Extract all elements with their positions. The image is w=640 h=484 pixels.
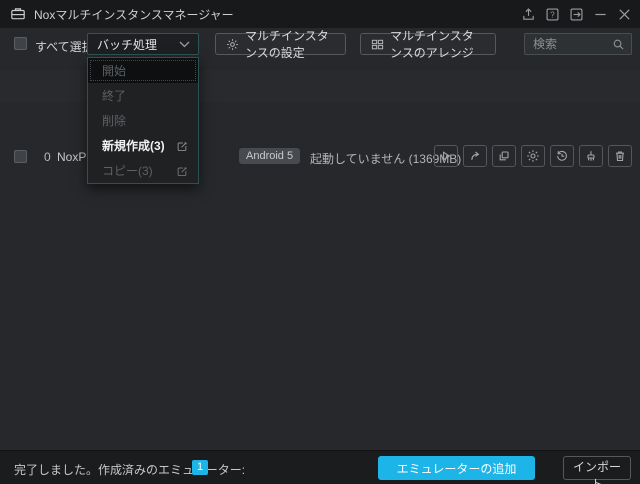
multi-instance-settings-label: マルチインスタンスの設定 xyxy=(245,29,329,60)
menu-item-start-label: 開始 xyxy=(102,64,127,78)
nox-multi-instance-manager-window: Noxマルチインスタンスマネージャー ? すべて選択 バッチ処理 マルチインスタ… xyxy=(0,0,640,484)
titlebar-controls: ? xyxy=(516,0,640,28)
menu-item-new-create-label: 新規作成(3) xyxy=(102,139,165,153)
restore-icon xyxy=(557,150,567,161)
share-icon[interactable] xyxy=(516,0,540,28)
window-title: Noxマルチインスタンスマネージャー xyxy=(34,7,234,22)
svg-text:?: ? xyxy=(550,10,555,19)
edit-icon xyxy=(176,140,188,152)
chevron-down-icon xyxy=(179,41,190,48)
multi-instance-arrange-button[interactable]: マルチインスタンスのアレンジ xyxy=(360,29,496,60)
gear-icon xyxy=(527,150,539,162)
menu-item-stop[interactable]: 終了 xyxy=(88,83,198,108)
menu-item-copy[interactable]: コピー(3) xyxy=(88,158,198,183)
copy-instance-button[interactable] xyxy=(492,145,516,167)
add-emulator-button[interactable]: エミュレーターの追加 xyxy=(378,456,535,480)
search-icon xyxy=(612,38,625,51)
batch-operation-select[interactable]: バッチ処理 xyxy=(87,33,199,55)
restore-instance-button[interactable] xyxy=(550,145,574,167)
menu-item-new-create[interactable]: 新規作成(3) xyxy=(88,133,198,158)
trash-icon xyxy=(616,151,624,162)
search-input[interactable] xyxy=(525,37,612,51)
batch-operation-value: バッチ処理 xyxy=(97,37,158,52)
cleanup-instance-button[interactable] xyxy=(579,145,603,167)
search-box xyxy=(524,33,632,55)
multi-instance-arrange-label: マルチインスタンスのアレンジ xyxy=(390,29,474,60)
menu-item-delete-label: 削除 xyxy=(102,114,127,128)
import-button[interactable]: インポート xyxy=(563,456,631,484)
create-shortcut-button[interactable] xyxy=(463,145,487,167)
minimize-icon[interactable] xyxy=(588,0,612,28)
copy-icon xyxy=(499,151,509,161)
row-index: 0 xyxy=(44,150,51,164)
select-all-label: すべて選択 xyxy=(35,40,94,54)
select-all-checkbox[interactable] xyxy=(14,37,27,50)
menu-item-delete[interactable]: 削除 xyxy=(88,108,198,133)
cleanup-icon xyxy=(587,151,595,161)
start-instance-button[interactable] xyxy=(434,145,458,167)
multi-instance-settings-button[interactable]: マルチインスタンスの設定 xyxy=(215,29,346,60)
batch-operation-menu: 開始 終了 削除 新規作成(3) コピー(3) xyxy=(87,57,199,184)
instance-settings-button[interactable] xyxy=(521,145,545,167)
emulator-count-badge: 1 xyxy=(192,460,208,475)
exit-panel-icon[interactable] xyxy=(564,0,588,28)
close-icon[interactable] xyxy=(612,0,636,28)
arrange-grid-icon xyxy=(371,38,384,51)
titlebar: Noxマルチインスタンスマネージャー ? xyxy=(0,0,640,28)
android-version-badge: Android 5 xyxy=(239,148,301,164)
menu-item-copy-label: コピー(3) xyxy=(102,164,153,178)
statusbar: 完了しました。作成済みのエミュレーター: 1 エミュレーターの追加 インポート xyxy=(0,450,640,484)
shortcut-icon xyxy=(471,151,480,160)
row-actions xyxy=(434,145,632,167)
app-drawer-icon xyxy=(10,6,26,22)
menu-item-start[interactable]: 開始 xyxy=(88,58,198,83)
help-icon[interactable]: ? xyxy=(540,0,564,28)
delete-instance-button[interactable] xyxy=(608,145,632,167)
play-icon xyxy=(443,151,451,161)
menu-item-stop-label: 終了 xyxy=(102,89,127,103)
status-message: 完了しました。作成済みのエミュレーター: xyxy=(14,463,246,477)
gear-icon xyxy=(226,38,239,51)
edit-icon xyxy=(176,165,188,177)
row-checkbox[interactable] xyxy=(14,150,27,163)
